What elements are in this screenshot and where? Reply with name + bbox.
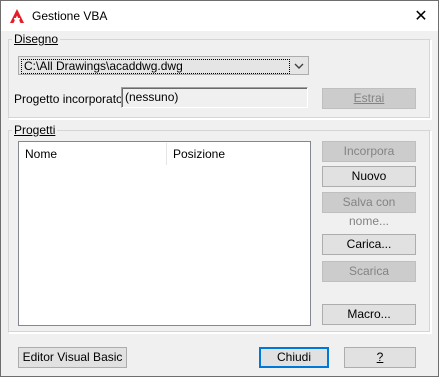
close-icon[interactable]: ✕ — [404, 1, 438, 31]
embed-button[interactable]: Incorpora — [322, 141, 416, 162]
autocad-a-icon — [10, 9, 24, 23]
drawing-select[interactable]: C:\All Drawings\acaddwg.dwg — [18, 56, 309, 75]
disegno-group-label: Disegno — [12, 32, 61, 46]
vba-manager-dialog: Gestione VBA ✕ Disegno C:\All Drawings\a… — [0, 0, 439, 377]
embedded-project-label: Progetto incorporato: — [14, 92, 127, 106]
progetti-group-label: Progetti — [12, 123, 58, 137]
close-button[interactable]: Chiudi — [259, 347, 329, 368]
column-header-nome[interactable]: Nome — [19, 142, 166, 166]
projects-list[interactable]: Nome Posizione — [18, 141, 311, 326]
unload-button[interactable]: Scarica — [322, 261, 416, 282]
load-button[interactable]: Carica... — [322, 234, 416, 255]
embedded-project-field: (nessuno) — [121, 87, 308, 108]
title-bar: Gestione VBA ✕ — [1, 1, 438, 31]
new-button[interactable]: Nuovo — [322, 166, 416, 187]
column-header-posizione[interactable]: Posizione — [167, 142, 310, 166]
help-button[interactable]: ? — [344, 347, 416, 368]
macros-button[interactable]: Macro... — [322, 304, 416, 325]
chevron-down-icon — [294, 63, 304, 69]
window-title: Gestione VBA — [32, 9, 108, 23]
save-as-button[interactable]: Salva con nome... — [322, 192, 416, 228]
drawing-select-value: C:\All Drawings\acaddwg.dwg — [21, 59, 290, 74]
vb-editor-button[interactable]: Editor Visual Basic — [18, 347, 127, 368]
extract-button[interactable]: Estrai — [322, 88, 416, 109]
